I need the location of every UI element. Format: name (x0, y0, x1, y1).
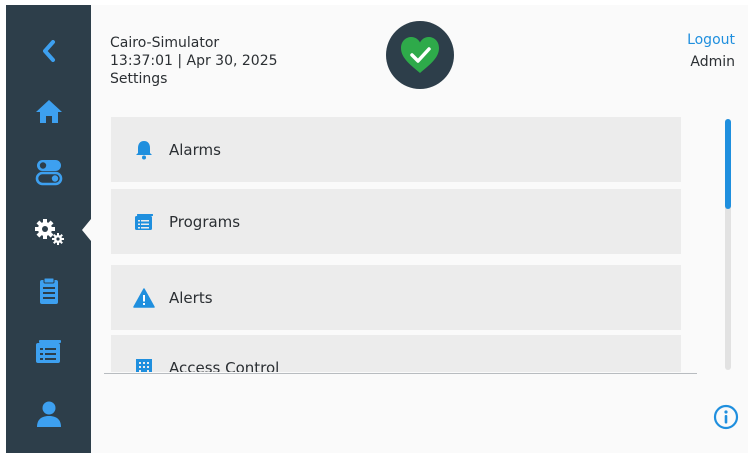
sidebar-item-user[interactable] (6, 386, 91, 442)
info-icon (713, 404, 739, 430)
header-info: Cairo-Simulator 13:37:01 | Apr 30, 2025 … (110, 34, 278, 88)
menu-item-alarms[interactable]: Alarms (111, 117, 681, 182)
building-icon (133, 357, 155, 372)
toggle-icon (35, 160, 62, 186)
menu-item-label: Programs (169, 212, 241, 231)
user-role: Admin (690, 54, 735, 70)
warning-icon (133, 287, 155, 309)
menu-item-access-control[interactable]: Access Control (111, 335, 681, 372)
menu-item-programs[interactable]: Programs (111, 189, 681, 254)
programs-icon (133, 211, 155, 233)
menu-item-label: Alerts (169, 288, 213, 307)
divider (104, 373, 697, 374)
logout-link[interactable]: Logout (687, 32, 735, 48)
programs-icon (35, 340, 61, 363)
bell-icon (133, 139, 155, 161)
home-icon (35, 100, 62, 123)
header: Cairo-Simulator 13:37:01 | Apr 30, 2025 … (91, 5, 748, 111)
menu-item-label: Access Control (169, 358, 280, 373)
back-button[interactable] (6, 23, 91, 79)
sidebar-item-controls[interactable] (6, 144, 91, 200)
active-indicator (82, 219, 91, 241)
clipboard-icon (39, 277, 58, 304)
app-frame: Cairo-Simulator 13:37:01 | Apr 30, 2025 … (6, 5, 748, 453)
settings-gears-icon (34, 219, 64, 245)
sidebar-item-programs[interactable] (6, 323, 91, 379)
info-button[interactable] (713, 404, 739, 430)
device-name: Cairo-Simulator (110, 35, 220, 51)
sidebar-item-settings[interactable] (6, 203, 91, 259)
menu-item-label: Alarms (169, 140, 221, 159)
page-title: Settings (110, 71, 168, 87)
menu-item-alerts[interactable]: Alerts (111, 265, 681, 330)
heart-check-icon (401, 37, 439, 73)
sidebar (6, 5, 91, 453)
back-icon (42, 40, 55, 62)
sidebar-item-logs[interactable] (6, 263, 91, 319)
user-icon (36, 401, 61, 427)
settings-menu: Alarms Programs Alerts Access Control (111, 117, 681, 372)
scrollbar-thumb[interactable] (725, 119, 731, 209)
datetime: 13:37:01 | Apr 30, 2025 (110, 53, 278, 69)
sidebar-item-home[interactable] (6, 83, 91, 139)
status-indicator[interactable] (386, 21, 454, 89)
